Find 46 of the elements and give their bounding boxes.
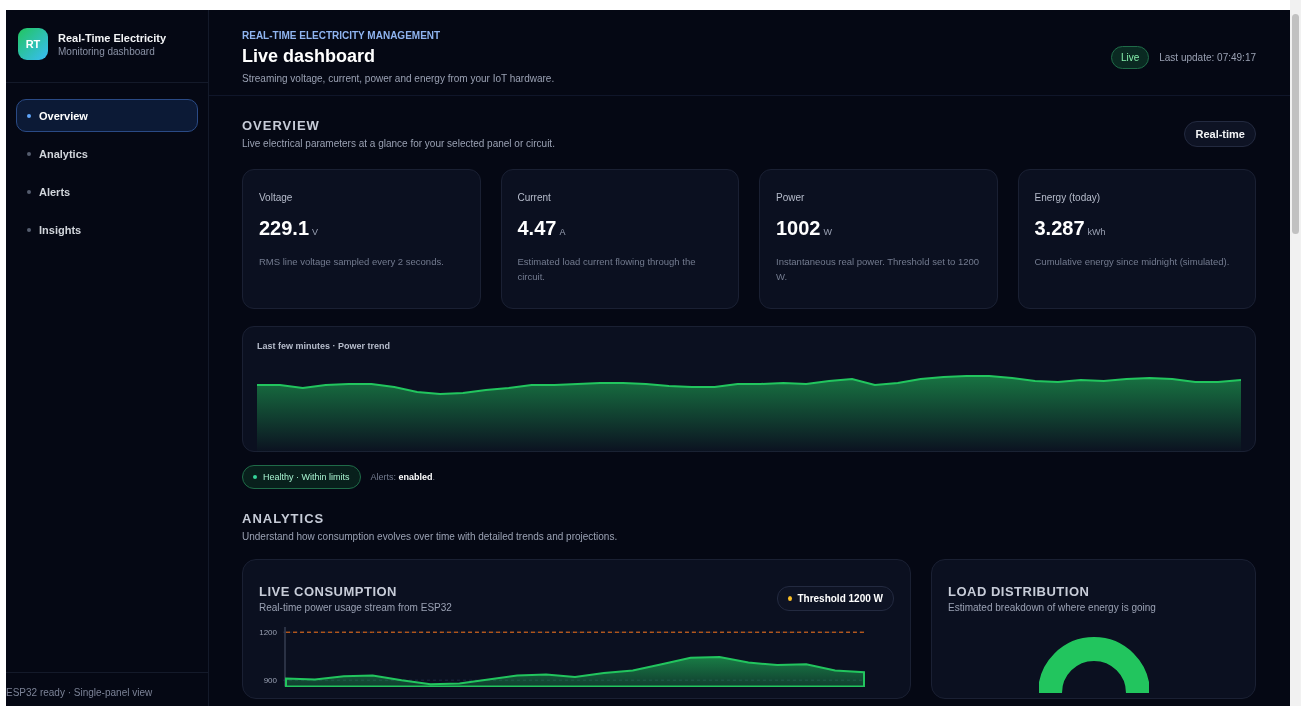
trend-title: Last few minutes · Power trend	[257, 341, 392, 351]
panel-title: LIVE CONSUMPTION	[259, 584, 398, 599]
real-time-button[interactable]: Real-time	[1184, 120, 1256, 147]
panel-subtitle: Estimated breakdown of where energy is going	[948, 602, 1157, 613]
stat-value: 1002	[776, 217, 821, 240]
stat-label: Power	[776, 192, 806, 203]
sidebar-item[interactable]: Overview	[16, 99, 198, 132]
axis-tick-label: 900	[263, 676, 277, 686]
panel-title: LOAD DISTRIBUTION	[948, 584, 1091, 599]
stat-label: Current	[517, 192, 552, 203]
scrollbar[interactable]	[1290, 0, 1301, 706]
stat-value: 229.1	[259, 217, 310, 240]
alerts-text: Alerts: enabled.	[370, 472, 436, 482]
app-subtitle: Monitoring dashboard	[58, 45, 156, 57]
axis-tick-label: 1200	[259, 628, 277, 638]
last-update-text: Last update: 07:49:17	[1159, 51, 1256, 63]
header-eyebrow: REAL-TIME ELECTRICITY MANAGEMENT	[242, 30, 442, 41]
stat-unit: kWh	[1087, 227, 1106, 237]
page-title: Live dashboard	[242, 46, 377, 67]
threshold-badge: Threshold 1200 W	[777, 586, 894, 611]
stat-unit: V	[312, 227, 319, 237]
stat-note: Instantaneous real power. Threshold set to 1200 W.	[776, 255, 981, 285]
stat-value: 4.47	[517, 217, 557, 240]
app-title: Real-Time Electricity	[58, 31, 166, 44]
section-subtitle: Live electrical parameters at a glance for your selected panel or circuit.	[242, 138, 555, 149]
stat-unit: W	[823, 227, 832, 237]
y-axis	[284, 626, 286, 687]
stat-label: Energy (today)	[1034, 192, 1102, 203]
stat-note: Estimated load current flowing through the circuit.	[517, 255, 697, 285]
sidebar-item[interactable]: Insights	[16, 213, 198, 246]
page-subtitle: Streaming voltage, current, power and energy from your IoT hardware.	[242, 73, 555, 84]
stat-label: Voltage	[259, 192, 294, 203]
stat-note: Cumulative energy since midnight (simulated).	[1034, 255, 1231, 269]
sidebar-item[interactable]: Analytics	[16, 137, 198, 170]
logo-badge: RT	[18, 28, 48, 60]
section-subtitle: Understand how consumption evolves over time with detailed trends and projections.	[242, 531, 619, 542]
panel-subtitle: Real-time power usage stream from ESP32	[259, 602, 452, 613]
sidebar-item[interactable]: Alerts	[16, 175, 198, 208]
live-badge: Live	[1110, 45, 1150, 69]
stat-note: RMS line voltage sampled every 2 seconds.	[259, 255, 445, 269]
status-pill: Healthy · Within limits	[242, 465, 361, 489]
stat-value: 3.287	[1034, 217, 1085, 240]
status-text: ESP32 ready · Single-panel view	[6, 672, 208, 706]
stat-unit: A	[559, 227, 566, 237]
section-title: OVERVIEW	[242, 118, 321, 133]
section-title: ANALYTICS	[242, 511, 326, 526]
